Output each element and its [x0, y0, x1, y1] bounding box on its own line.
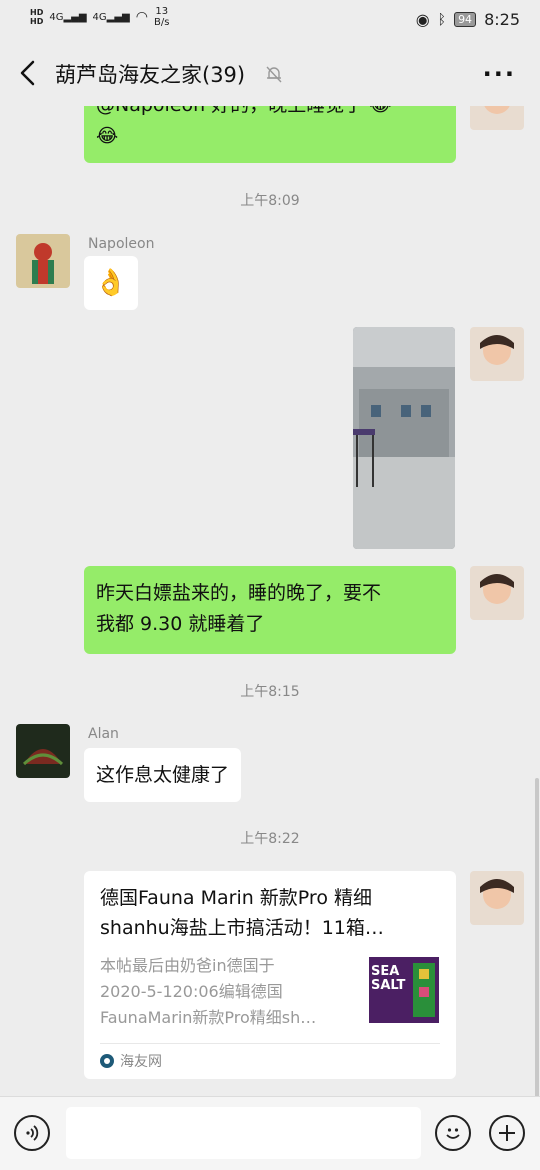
signal-4g-1: 4G▂▄▆ [49, 11, 87, 23]
emoji-button[interactable] [435, 1115, 471, 1151]
battery-indicator: 94 [454, 12, 477, 27]
more-functions-button[interactable] [489, 1115, 525, 1151]
more-options-icon[interactable]: ··· [483, 60, 516, 88]
chat-title: 葫芦岛海友之家(39) [55, 63, 246, 87]
wifi-icon: ◠ [135, 9, 148, 25]
plus-icon [499, 1125, 515, 1141]
chat-header: 葫芦岛海友之家(39) ··· [0, 40, 540, 106]
ok-hand-emoji-icon: 👌 [94, 267, 128, 298]
source-logo-icon [100, 1054, 114, 1068]
link-card-thumbnail: SEA SALT [369, 957, 439, 1023]
avatar-self[interactable] [470, 871, 524, 925]
network-speed: 13 B/s [153, 6, 170, 28]
avatar-self[interactable] [470, 566, 524, 620]
signal-4g-2: 4G▂▄▆ [92, 11, 130, 23]
avatar-napoleon[interactable] [16, 234, 70, 288]
eye-icon: ◉ [415, 10, 430, 29]
message-bubble-self[interactable]: @Napoleon 好的，晚上睡觉了 😂 😂 [84, 106, 456, 163]
link-card-description: 本帖最后由奶爸in德国于 2020-5-120:06编辑德国 FaunaMari… [100, 956, 317, 1027]
message-bubble-other[interactable]: 👌 [84, 256, 138, 310]
message-bubble-self[interactable]: 昨天白嫖盐来的，睡的晚了，要不 我都 9.30 就睡着了 [84, 566, 456, 654]
timestamp: 上午8:15 [240, 684, 300, 700]
laugh-cry-emoji-icon: 😂 [96, 125, 119, 147]
clock: 8:25 [484, 10, 520, 29]
laugh-cry-emoji-icon: 😂 [369, 106, 391, 116]
link-card[interactable]: 德国Fauna Marin 新款Pro 精细 shanhu海盐上市搞活动！11箱… [84, 871, 456, 1079]
avatar-self[interactable] [470, 327, 524, 381]
link-card-title: 德国Fauna Marin 新款Pro 精细 shanhu海盐上市搞活动！11箱… [100, 887, 384, 939]
mute-bell-icon [266, 66, 282, 83]
back-arrow-icon[interactable] [16, 58, 40, 88]
voice-wave-icon [26, 1125, 39, 1141]
input-bar [0, 1096, 540, 1170]
scrollbar[interactable] [535, 778, 539, 1096]
message-input[interactable] [66, 1107, 421, 1159]
link-card-source: 海友网 [100, 1051, 162, 1071]
sender-name: Napoleon [88, 236, 155, 252]
avatar-alan[interactable] [16, 724, 70, 778]
status-bar: HD HD 4G▂▄▆ 4G▂▄▆ ◠ 13 B/s ◉ ᛒ 94 8:25 [0, 0, 540, 40]
bluetooth-icon: ᛒ [437, 11, 447, 28]
chat-area: @Napoleon 好的，晚上睡觉了 😂 😂 上午8:09 Napoleon 👌 [0, 106, 540, 1096]
image-message[interactable] [353, 327, 455, 549]
voice-input-button[interactable] [14, 1115, 50, 1151]
timestamp: 上午8:09 [240, 193, 300, 209]
avatar-self[interactable] [470, 106, 524, 130]
smiley-icon [446, 1128, 460, 1139]
sender-name: Alan [88, 726, 119, 742]
hd-indicator: HD HD [30, 8, 44, 26]
timestamp: 上午8:22 [240, 831, 300, 847]
message-bubble-other[interactable]: 这作息太健康了 [84, 748, 242, 802]
